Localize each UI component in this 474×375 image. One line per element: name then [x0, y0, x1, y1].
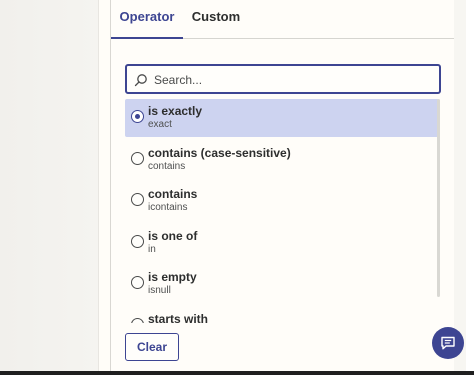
clear-button[interactable]: Clear — [125, 333, 179, 361]
bottom-edge — [0, 371, 474, 375]
option-sublabel: icontains — [148, 202, 188, 213]
option-is-exactly[interactable]: is exactly exact — [125, 99, 439, 137]
operator-list: is exactly exact contains (case-sensitiv… — [125, 99, 439, 323]
radio-button[interactable] — [131, 318, 144, 323]
list-scrollbar[interactable] — [437, 99, 440, 297]
option-label: contains — [148, 187, 198, 201]
chat-icon — [441, 336, 455, 350]
option-label: starts with — [148, 312, 209, 323]
option-contains[interactable]: contains icontains — [125, 182, 439, 220]
search-icon — [134, 73, 148, 87]
chat-button[interactable] — [432, 327, 464, 359]
option-starts-with[interactable]: starts with — [125, 307, 439, 323]
option-label: contains (case-sensitive) — [148, 146, 291, 160]
option-label: is exactly — [148, 104, 203, 118]
option-is-empty[interactable]: is empty isnull — [125, 265, 439, 303]
search-box[interactable] — [125, 64, 441, 94]
tab-custom[interactable]: Custom — [185, 9, 247, 38]
operator-popover: Operator Custom is exactly exact contain… — [110, 0, 454, 375]
option-contains-case-sensitive[interactable]: contains (case-sensitive) contains — [125, 141, 439, 179]
page-edge — [466, 0, 474, 375]
radio-button[interactable] — [131, 110, 144, 123]
option-sublabel: exact — [148, 119, 172, 130]
radio-selected-dot — [134, 113, 140, 119]
option-sublabel: in — [148, 244, 156, 255]
option-sublabel: contains — [148, 161, 186, 172]
tab-operator[interactable]: Operator — [111, 9, 183, 39]
radio-button[interactable] — [131, 152, 144, 165]
search-input[interactable] — [152, 70, 436, 90]
option-sublabel: isnull — [148, 285, 171, 296]
radio-button[interactable] — [131, 235, 144, 248]
radio-button[interactable] — [131, 276, 144, 289]
tab-bar: Operator Custom — [111, 0, 454, 39]
option-label: is one of — [148, 229, 198, 243]
radio-button[interactable] — [131, 193, 144, 206]
option-is-one-of[interactable]: is one of in — [125, 224, 439, 262]
option-label: is empty — [148, 270, 197, 284]
